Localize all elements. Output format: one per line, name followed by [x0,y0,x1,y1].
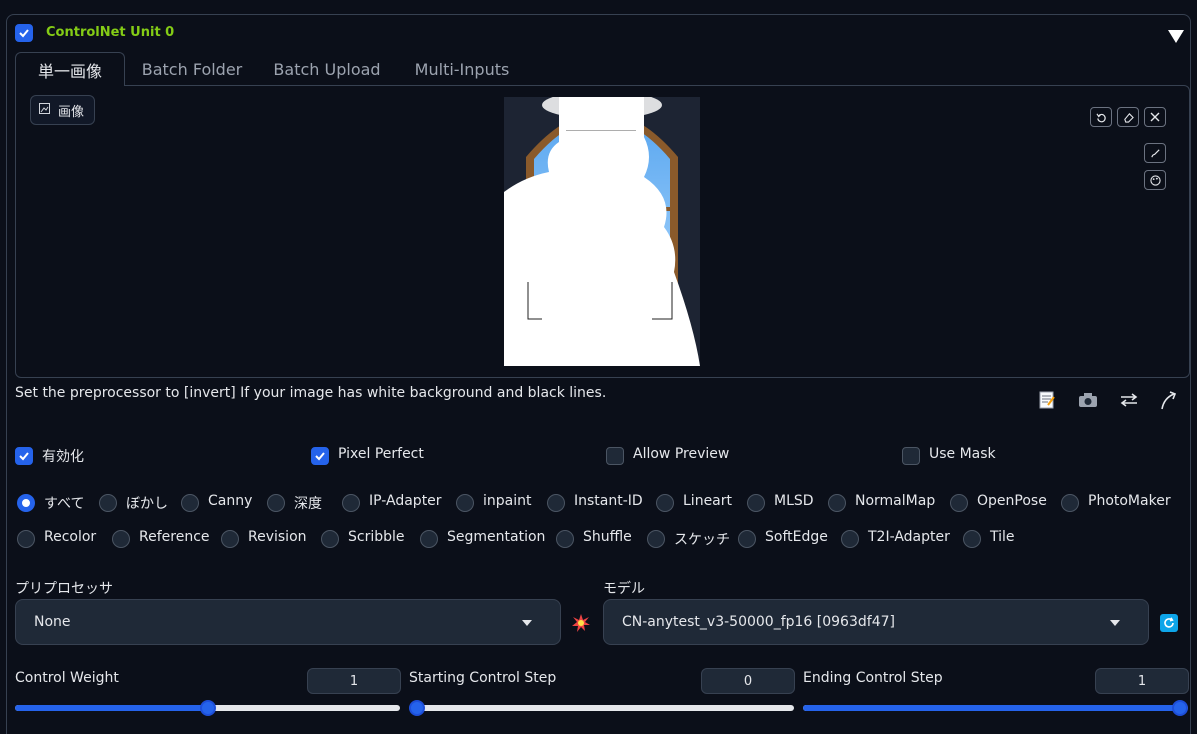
slider-thumb[interactable] [1172,700,1188,716]
use-mask-checkbox[interactable] [902,447,920,465]
explosion-icon[interactable] [571,613,591,637]
pixel-perfect-label: Pixel Perfect [338,446,424,462]
control-type-radio-openpose[interactable] [950,494,968,512]
unit-enable-checkbox[interactable] [15,24,33,42]
control-type-label: T2I-Adapter [868,529,950,545]
unit-title: ControlNet Unit 0 [46,25,175,40]
starting-step-label: Starting Control Step [409,670,557,686]
control-type-radio-depth[interactable] [267,494,285,512]
control-type-radio-softedge[interactable] [738,530,756,548]
control-type-label: すべて [44,496,85,512]
chevron-down-icon [1110,620,1120,626]
control-type-radio-sketch[interactable] [647,530,665,548]
control-weight-input[interactable]: 1 [307,668,401,694]
triangle-down-icon[interactable] [1168,30,1184,43]
hint-text: Set the preprocessor to [invert] If your… [15,385,607,401]
preprocessor-select[interactable]: None [15,599,561,645]
tab-multi-inputs[interactable]: Multi-Inputs [402,52,522,86]
control-type-label: IP-Adapter [369,493,442,509]
control-type-label: Reference [139,529,210,545]
slider-fill [15,705,208,711]
control-type-label: SoftEdge [765,529,828,545]
palette-icon[interactable] [1144,170,1166,190]
control-type-label: NormalMap [855,493,936,509]
control-type-radio-instant-id[interactable] [547,494,565,512]
control-type-radio-inpaint[interactable] [456,494,474,512]
control-type-label: Tile [990,529,1015,545]
control-type-radio-mlsd[interactable] [747,494,765,512]
control-type-label: Instant-ID [574,493,643,509]
ending-step-slider[interactable] [803,700,1188,716]
pixel-perfect-checkbox[interactable] [311,447,329,465]
control-type-radio-lineart[interactable] [656,494,674,512]
chevron-down-icon [522,620,532,626]
model-label: モデル [603,581,645,597]
control-type-radio-t2i-adapter[interactable] [841,530,859,548]
control-type-label: Revision [248,529,307,545]
control-type-label: 深度 [294,496,322,512]
tab-batch-folder[interactable]: Batch Folder [133,52,251,86]
image-icon [39,102,50,118]
control-type-radio-tile[interactable] [963,530,981,548]
undo-icon[interactable] [1090,107,1112,127]
tab-single-image[interactable]: 単一画像 [15,52,125,86]
control-type-label: スケッチ [674,532,730,548]
slider-thumb[interactable] [199,700,216,716]
starting-step-slider[interactable] [409,700,794,716]
allow-preview-label: Allow Preview [633,446,730,462]
enable-checkbox[interactable] [15,447,33,465]
control-type-radio-blur[interactable] [99,494,117,512]
slider-fill [803,705,1180,711]
control-type-label: inpaint [483,493,532,509]
enable-label: 有効化 [42,449,84,465]
control-type-radio-recolor[interactable] [17,530,35,548]
image-label-badge: 画像 [30,95,96,125]
uploaded-image[interactable] [504,97,700,366]
control-weight-slider[interactable] [15,700,400,716]
allow-preview-checkbox[interactable] [606,447,624,465]
slider-thumb[interactable] [409,700,425,716]
control-type-label: Lineart [683,493,732,509]
control-type-radio-photomaker[interactable] [1061,494,1079,512]
control-type-label: OpenPose [977,493,1047,509]
control-type-radio-shuffle[interactable] [556,530,574,548]
swap-icon[interactable] [1120,392,1138,412]
control-type-radio-ip-adapter[interactable] [342,494,360,512]
control-type-label: ぼかし [126,496,168,512]
control-type-label: Segmentation [447,529,546,545]
control-type-label: PhotoMaker [1088,493,1171,509]
model-value: CN-anytest_v3-50000_fp16 [0963df47] [622,614,895,630]
control-type-label: Shuffle [583,529,632,545]
refresh-icon[interactable] [1160,614,1178,632]
control-type-radio-normalmap[interactable] [828,494,846,512]
control-type-label: Canny [208,493,253,509]
ending-step-input[interactable]: 1 [1095,668,1189,694]
preprocessor-label: プリプロセッサ [15,581,113,597]
control-weight-label: Control Weight [15,670,119,686]
starting-step-input[interactable]: 0 [701,668,795,694]
tab-batch-upload[interactable]: Batch Upload [262,52,392,86]
control-type-label: Scribble [348,529,405,545]
control-type-radio-reference[interactable] [112,530,130,548]
memo-icon[interactable] [1038,391,1056,413]
close-icon[interactable] [1144,107,1166,127]
preprocessor-value: None [34,614,71,630]
control-type-radio-canny[interactable] [181,494,199,512]
control-type-radio-scribble[interactable] [321,530,339,548]
send-arrow-icon[interactable] [1160,390,1178,414]
model-select[interactable]: CN-anytest_v3-50000_fp16 [0963df47] [603,599,1149,645]
control-type-label: MLSD [774,493,814,509]
ending-step-label: Ending Control Step [803,670,943,686]
image-label-text: 画像 [58,104,85,120]
control-type-radio-segmentation[interactable] [420,530,438,548]
brush-icon[interactable] [1144,143,1166,163]
control-type-radio-revision[interactable] [221,530,239,548]
control-type-label: Recolor [44,529,97,545]
eraser-icon[interactable] [1117,107,1139,127]
control-type-radio-all[interactable] [17,494,35,512]
camera-icon[interactable] [1078,392,1098,412]
use-mask-label: Use Mask [929,446,996,462]
